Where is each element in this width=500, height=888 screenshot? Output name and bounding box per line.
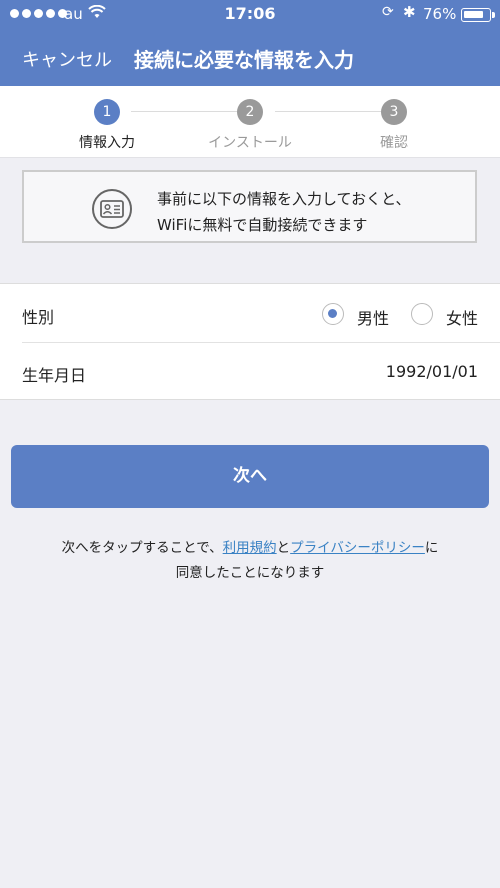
gender-female-radio[interactable]	[411, 303, 433, 325]
cancel-button[interactable]: キャンセル	[22, 46, 112, 72]
next-button[interactable]: 次へ	[11, 445, 489, 508]
id-card-icon	[92, 189, 132, 229]
notice-text: 事前に以下の情報を入力しておくと、 WiFiに無料で自動接続できます	[157, 186, 411, 238]
terms-prefix: 次へをタップすることで、	[61, 540, 223, 556]
gender-female-label[interactable]: 女性	[446, 305, 478, 329]
step-1-label: 情報入力	[79, 135, 135, 151]
notice-line-2: WiFiに無料で自動接続できます	[157, 216, 368, 234]
battery-icon	[461, 8, 491, 22]
terms-of-service-link[interactable]: 利用規約	[223, 540, 277, 556]
birthday-row[interactable]: 生年月日 1992/01/01	[0, 342, 500, 400]
page-title: 接続に必要な情報を入力	[134, 48, 354, 72]
step-connector	[275, 111, 381, 112]
notice-line-1: 事前に以下の情報を入力しておくと、	[157, 190, 411, 208]
terms-suffix: に	[424, 540, 439, 556]
step-1-badge: 1	[94, 99, 120, 125]
gender-male-label[interactable]: 男性	[357, 305, 389, 329]
terms-connector: と	[276, 540, 291, 556]
gender-male-radio[interactable]	[322, 303, 344, 325]
step-2-label: インストール	[208, 135, 292, 151]
step-indicator: 1 情報入力 2 インストール 3 確認	[0, 86, 500, 158]
birthday-label: 生年月日	[22, 366, 87, 385]
info-notice: 事前に以下の情報を入力しておくと、 WiFiに無料で自動接続できます	[22, 170, 477, 243]
privacy-policy-link[interactable]: プライバシーポリシー	[290, 540, 425, 556]
gender-label: 性別	[22, 308, 55, 327]
battery-cap	[492, 12, 495, 18]
rotation-lock-icon: ⟳	[382, 4, 394, 20]
battery-percentage: 76%	[423, 5, 457, 23]
profile-form: 性別 男性 女性 生年月日 1992/01/01	[0, 283, 500, 400]
step-connector	[131, 111, 237, 112]
terms-line-1: 次へをタップすることで、利用規約とプライバシーポリシーに	[0, 536, 500, 561]
step-3-badge: 3	[381, 99, 407, 125]
terms-line-2: 同意したことになります	[175, 565, 325, 581]
status-bar: au 17:06 ⟳ ✱ 76%	[0, 0, 500, 28]
birthday-value[interactable]: 1992/01/01	[386, 362, 478, 381]
bluetooth-icon: ✱	[403, 3, 416, 21]
gender-row: 性別 男性 女性	[0, 284, 500, 343]
step-3-label: 確認	[380, 135, 408, 151]
terms-notice: 次へをタップすることで、利用規約とプライバシーポリシーに 同意したことになります	[0, 536, 500, 586]
step-2-badge: 2	[237, 99, 263, 125]
navigation-bar: au 17:06 ⟳ ✱ 76% キャンセル 接続に必要な情報を入力	[0, 0, 500, 86]
